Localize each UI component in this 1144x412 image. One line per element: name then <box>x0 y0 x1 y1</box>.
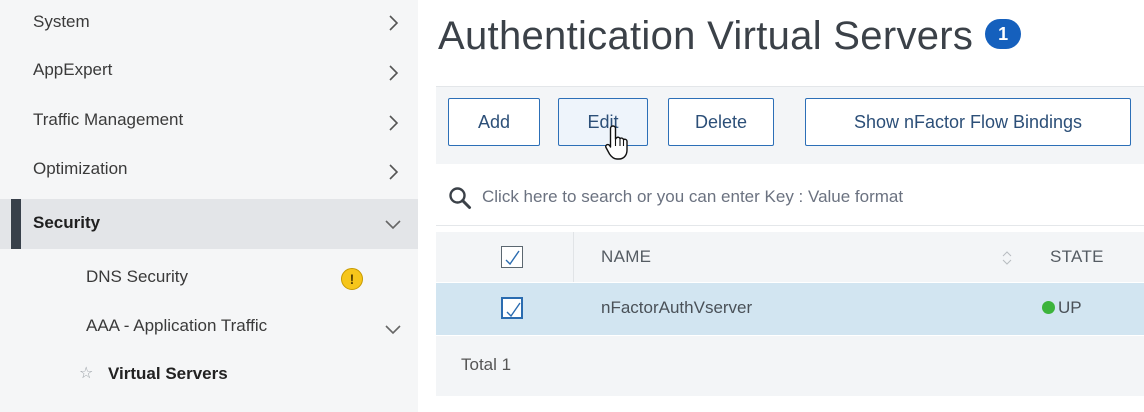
sidebar-item-dns-security[interactable]: DNS Security ! <box>0 254 418 304</box>
nav-item-optimization[interactable]: Optimization <box>0 147 418 197</box>
select-all-checkbox[interactable] <box>501 246 523 268</box>
pointer-cursor-icon <box>605 125 628 160</box>
sort-icon[interactable] <box>1002 250 1012 266</box>
row-state-text: UP <box>1058 298 1082 317</box>
row-name: nFactorAuthVserver <box>601 298 753 317</box>
edit-button[interactable]: Edit <box>558 98 648 146</box>
nav-item-system[interactable]: System <box>0 0 418 50</box>
checkbox-icon <box>505 250 520 265</box>
sidebar-item-virtual-servers[interactable]: ☆ Virtual Servers <box>0 350 418 400</box>
search-bar[interactable]: Click here to search or you can enter Ke… <box>436 168 1144 226</box>
warning-icon: ! <box>341 268 363 290</box>
total-value: 1 <box>501 355 512 374</box>
total-label: Total <box>461 355 497 374</box>
column-header-name[interactable]: NAME <box>601 247 651 267</box>
sidebar: System AppExpert Traffic Management Opti… <box>0 0 418 412</box>
delete-button[interactable]: Delete <box>668 98 774 146</box>
sidebar-item-aaa-application-traffic[interactable]: AAA - Application Traffic <box>0 303 418 353</box>
show-nfactor-flow-bindings-button[interactable]: Show nFactor Flow Bindings <box>805 98 1131 146</box>
chevron-right-icon <box>389 65 399 81</box>
sub-item-label: Virtual Servers <box>108 364 228 383</box>
status-dot-icon <box>1042 301 1055 314</box>
nav-item-label: Optimization <box>33 159 128 178</box>
checkbox-icon <box>506 302 521 317</box>
nav-item-label: Traffic Management <box>33 110 184 129</box>
nav-item-label: Security <box>33 213 101 232</box>
column-header-state[interactable]: STATE <box>1050 247 1104 267</box>
add-button[interactable]: Add <box>448 98 540 146</box>
nav-item-traffic-management[interactable]: Traffic Management <box>0 98 418 148</box>
chevron-right-icon <box>389 15 399 31</box>
chevron-down-icon <box>385 325 401 335</box>
chevron-right-icon <box>389 115 399 131</box>
main-content: Authentication Virtual Servers 1 Add Edit… <box>418 0 1144 412</box>
page-title-text: Authentication Virtual Servers <box>438 14 974 58</box>
active-indicator <box>11 199 21 249</box>
table-header: NAME STATE <box>436 232 1144 282</box>
row-state: UP <box>1042 298 1082 318</box>
row-checkbox[interactable] <box>501 297 523 319</box>
page-title: Authentication Virtual Servers 1 <box>438 14 1022 59</box>
chevron-right-icon <box>389 164 399 180</box>
chevron-down-icon <box>385 220 401 230</box>
table-row[interactable]: nFactorAuthVserver UP <box>436 283 1144 335</box>
table-footer: Total 1 <box>436 336 1144 396</box>
nav-item-security[interactable]: Security <box>0 199 418 249</box>
star-icon[interactable]: ☆ <box>79 363 93 383</box>
column-divider <box>573 232 574 282</box>
search-icon <box>449 187 471 209</box>
sub-item-label: AAA - Application Traffic <box>86 316 268 335</box>
nav-item-label: AppExpert <box>33 60 113 79</box>
total-count: Total 1 <box>461 355 511 375</box>
sub-item-label: DNS Security <box>86 267 189 286</box>
nav-item-label: System <box>33 12 90 31</box>
search-placeholder: Click here to search or you can enter Ke… <box>482 186 904 206</box>
nav-item-appexpert[interactable]: AppExpert <box>0 48 418 98</box>
count-badge: 1 <box>985 19 1022 50</box>
